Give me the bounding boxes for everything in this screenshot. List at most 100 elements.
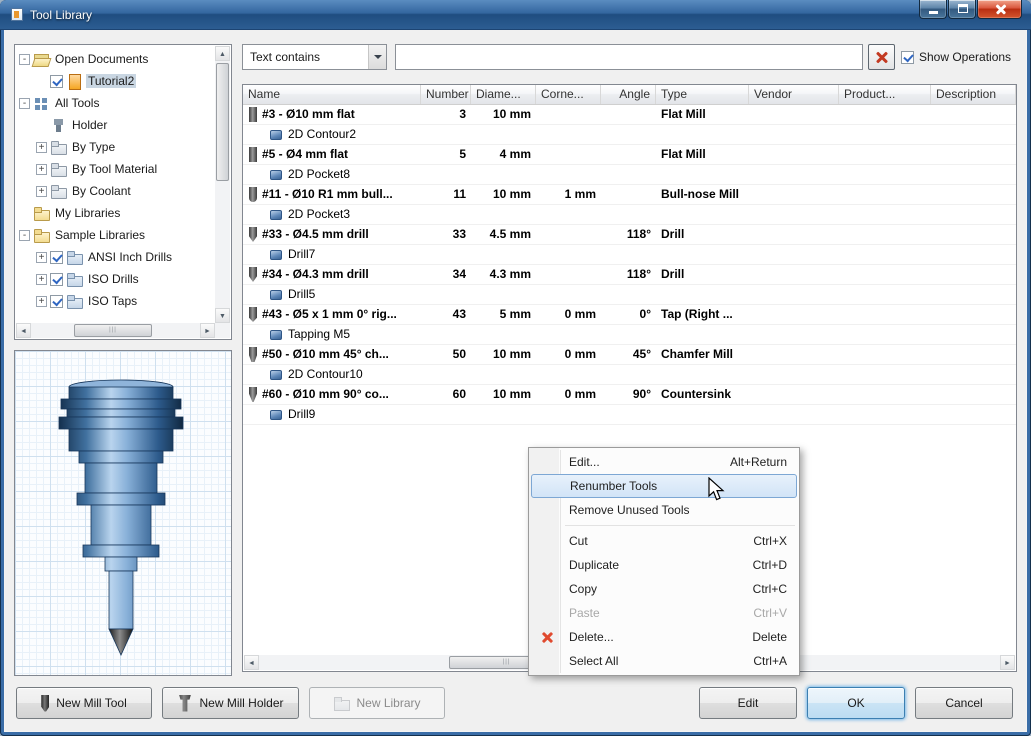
tree-item-by-tool-material[interactable]: + By Tool Material <box>16 158 215 180</box>
filter-mode-dropdown[interactable]: Text contains <box>242 44 387 70</box>
menu-item-cut[interactable]: Cut Ctrl+X <box>531 529 797 553</box>
column-header-vendor[interactable]: Vendor <box>749 85 839 104</box>
tree-item-sample-libraries[interactable]: - Sample Libraries <box>16 224 215 246</box>
library-icon <box>66 272 83 287</box>
column-header-type[interactable]: Type <box>656 85 749 104</box>
scroll-up-icon[interactable]: ▲ <box>215 46 230 61</box>
new-mill-tool-button[interactable]: New Mill Tool <box>16 687 152 719</box>
tree-item-by-type[interactable]: + By Type <box>16 136 215 158</box>
tree-item-open-documents[interactable]: - Open Documents <box>16 48 215 70</box>
menu-item-copy[interactable]: Copy Ctrl+C <box>531 577 797 601</box>
menu-item-remove-unused-tools[interactable]: Remove Unused Tools <box>531 498 797 522</box>
clear-filter-button[interactable] <box>868 44 895 70</box>
tree-item-all-tools[interactable]: - All Tools <box>16 92 215 114</box>
collapsed-expander-icon[interactable]: + <box>36 251 47 263</box>
dropdown-arrow-icon[interactable] <box>368 45 386 69</box>
tool-row[interactable]: #3 - Ø10 mm flat 3 10 mm Flat Mill <box>243 105 1016 125</box>
titlebar[interactable]: Tool Library <box>0 0 1031 30</box>
tree-item-my-libraries[interactable]: My Libraries <box>16 202 215 224</box>
tree-item-checkbox[interactable] <box>50 294 63 308</box>
maximize-button[interactable] <box>948 0 976 19</box>
tool-row[interactable]: #5 - Ø4 mm flat 5 4 mm Flat Mill <box>243 145 1016 165</box>
tree-item-checkbox[interactable] <box>50 272 63 286</box>
menu-item-renumber-tools[interactable]: Renumber Tools <box>531 474 797 498</box>
tree-item-ansi-inch-drills[interactable]: + ANSI Inch Drills <box>16 246 215 268</box>
scroll-right-icon[interactable]: ► <box>200 323 215 338</box>
tool-row[interactable]: #34 - Ø4.3 mm drill 34 4.3 mm 118° Drill <box>243 265 1016 285</box>
tree-item-iso-taps[interactable]: + ISO Taps <box>16 290 215 312</box>
new-library-button: New Library <box>309 687 445 719</box>
expanded-expander-icon[interactable]: - <box>19 229 30 241</box>
menu-item-shortcut: Ctrl+X <box>753 534 787 548</box>
collapsed-expander-icon[interactable]: + <box>36 185 47 197</box>
menu-item-duplicate[interactable]: Duplicate Ctrl+D <box>531 553 797 577</box>
context-menu: Edit... Alt+Return Renumber Tools Remove Un… <box>528 447 800 676</box>
tool-row[interactable]: #60 - Ø10 mm 90° co... 60 10 mm 0 mm 90° Coun… <box>243 385 1016 405</box>
tree-item-label: By Coolant <box>72 184 131 198</box>
menu-item-select-all[interactable]: Select All Ctrl+A <box>531 649 797 673</box>
operation-row[interactable]: Tapping M5 <box>243 325 1016 345</box>
close-button[interactable] <box>977 0 1022 19</box>
cancel-button[interactable]: Cancel <box>915 687 1013 719</box>
column-header-description[interactable]: Description <box>931 85 1016 104</box>
collapsed-expander-icon[interactable]: + <box>36 163 47 175</box>
column-header-number[interactable]: Number <box>421 85 471 104</box>
operation-row[interactable]: Drill9 <box>243 405 1016 425</box>
column-header-name[interactable]: Name <box>243 85 421 104</box>
tool-row[interactable]: #50 - Ø10 mm 45° ch... 50 10 mm 0 mm 45° Cham… <box>243 345 1016 365</box>
tool-row[interactable]: #43 - Ø5 x 1 mm 0° rig... 43 5 mm 0 mm 0° Tap… <box>243 305 1016 325</box>
show-operations-toggle[interactable]: Show Operations <box>901 50 1011 64</box>
expanded-expander-icon[interactable]: - <box>19 53 30 65</box>
collapsed-expander-icon[interactable]: + <box>36 295 47 307</box>
column-header-product[interactable]: Product... <box>839 85 931 104</box>
show-operations-checkbox[interactable] <box>901 50 914 64</box>
expanded-expander-icon[interactable]: - <box>19 97 30 109</box>
operation-row[interactable]: 2D Contour2 <box>243 125 1016 145</box>
operation-row[interactable]: Drill7 <box>243 245 1016 265</box>
tool-row[interactable]: #11 - Ø10 R1 mm bull... 11 10 mm 1 mm Bull-n… <box>243 185 1016 205</box>
tree-item-label: Open Documents <box>55 52 149 66</box>
tool-name-cell: #33 - Ø4.5 mm drill <box>243 225 421 244</box>
edit-button[interactable]: Edit <box>699 687 797 719</box>
tree-vscroll-thumb[interactable] <box>216 63 229 181</box>
new-mill-holder-button[interactable]: New Mill Holder <box>162 687 299 719</box>
column-header-angle[interactable]: Angle <box>601 85 656 104</box>
tool-name: #60 - Ø10 mm 90° co... <box>262 387 389 401</box>
tool-description-cell <box>931 105 1016 124</box>
operation-row[interactable]: 2D Pocket3 <box>243 205 1016 225</box>
column-header-corne[interactable]: Corne... <box>536 85 601 104</box>
menu-item-edit[interactable]: Edit... Alt+Return <box>531 450 797 474</box>
scroll-left-icon[interactable]: ◄ <box>16 323 31 338</box>
collapsed-expander-icon[interactable]: + <box>36 273 47 285</box>
scroll-down-icon[interactable]: ▼ <box>215 308 230 323</box>
collapsed-expander-icon[interactable]: + <box>36 141 47 153</box>
column-header-diame[interactable]: Diame... <box>471 85 536 104</box>
tool-product-cell <box>839 345 931 364</box>
tree-item-checkbox[interactable] <box>50 74 63 88</box>
operation-icon <box>270 169 282 180</box>
operation-row[interactable]: 2D Contour10 <box>243 365 1016 385</box>
tree-item-iso-drills[interactable]: + ISO Drills <box>16 268 215 290</box>
tool-name-cell: #3 - Ø10 mm flat <box>243 105 421 124</box>
tool-row[interactable]: #33 - Ø4.5 mm drill 33 4.5 mm 118° Drill <box>243 225 1016 245</box>
tree-item-checkbox[interactable] <box>50 250 63 264</box>
minimize-button[interactable] <box>919 0 947 19</box>
operation-row[interactable]: 2D Pocket8 <box>243 165 1016 185</box>
tree-vertical-scrollbar[interactable]: ▲ ▼ <box>215 46 230 323</box>
library-tree-panel: - Open Documents Tutorial2 - All Tools Holder… <box>14 44 232 340</box>
ok-button[interactable]: OK <box>807 687 905 719</box>
operation-icon <box>270 249 282 260</box>
tool-number-cell: 3 <box>459 107 466 121</box>
tree-item-holder[interactable]: Holder <box>16 114 215 136</box>
tree-horizontal-scrollbar[interactable]: ◄ ||| ► <box>16 323 215 338</box>
scroll-left-icon[interactable]: ◄ <box>244 655 259 670</box>
tree-item-by-coolant[interactable]: + By Coolant <box>16 180 215 202</box>
filter-search-input[interactable] <box>395 44 863 70</box>
menu-item-delete[interactable]: Delete... Delete <box>531 625 797 649</box>
tree-item-tutorial2[interactable]: Tutorial2 <box>16 70 215 92</box>
scroll-right-icon[interactable]: ► <box>1000 655 1015 670</box>
operation-name: 2D Contour10 <box>288 367 363 381</box>
tree-hscroll-thumb[interactable]: ||| <box>74 324 152 337</box>
tool-vendor-cell <box>749 145 839 164</box>
operation-row[interactable]: Drill5 <box>243 285 1016 305</box>
